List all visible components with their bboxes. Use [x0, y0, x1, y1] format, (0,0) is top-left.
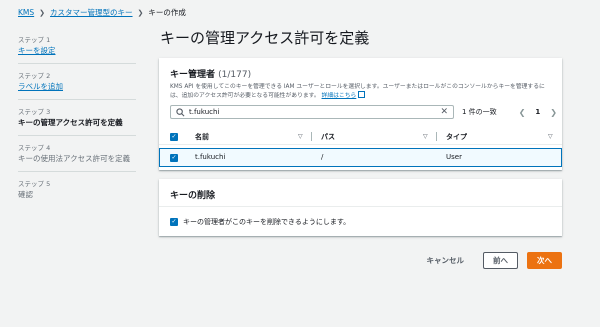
previous-button[interactable]: 前へ [483, 252, 518, 269]
breadcrumb-separator-icon: ❯ [137, 8, 144, 17]
allow-deletion-option[interactable]: ✓ キーの管理者がこのキーを削除できるようにします。 [170, 217, 350, 227]
selection-count: (1/177) [218, 70, 252, 80]
search-value: t.fukuchi [189, 108, 220, 116]
next-button[interactable]: 次へ [527, 252, 562, 269]
cell-name: t.fukuchi [195, 153, 226, 161]
sort-down-icon[interactable]: ▽ [548, 133, 553, 140]
step-link-configure-key[interactable]: キーを設定 [18, 46, 136, 56]
panel-title: キー管理者 (1/177) [159, 58, 562, 80]
row-checkbox[interactable]: ✓ [170, 154, 178, 162]
step-link-add-labels[interactable]: ラベルを追加 [18, 82, 136, 92]
pagination: ❮ 1 ❯ [519, 108, 557, 117]
current-page-number[interactable]: 1 [535, 108, 540, 116]
panel-description: KMS API を使用してこのキーを管理できる IAM ユーザーとロールを選択し… [159, 80, 562, 100]
page-title: キーの管理アクセス許可を定義 [160, 29, 370, 47]
step-2: ステップ 2 ラベルを追加 [18, 64, 136, 100]
cell-type: User [446, 153, 462, 161]
key-deletion-title: キーの削除 [170, 191, 216, 201]
key-administrators-title: キー管理者 [170, 70, 216, 80]
step-current-label: キーの管理アクセス許可を定義 [18, 118, 123, 127]
sort-down-icon[interactable]: ▽ [298, 133, 303, 140]
wizard-steps: ステップ 1 キーを設定 ステップ 2 ラベルを追加 ステップ 3 キーの管理ア… [18, 28, 136, 207]
step-number: ステップ 3 [18, 108, 51, 116]
learn-more-link[interactable]: 詳細はこちら [322, 93, 357, 99]
external-link-icon [358, 91, 366, 98]
key-administrators-panel: キー管理者 (1/177) KMS API を使用してこのキーを管理できる IA… [159, 58, 562, 170]
step-4: ステップ 4 キーの使用法アクセス許可を定義 [18, 136, 136, 172]
allow-deletion-checkbox[interactable]: ✓ [170, 218, 178, 226]
column-header-path[interactable]: パス [321, 132, 335, 142]
select-all-checkbox[interactable]: ✓ [170, 132, 178, 141]
allow-deletion-label: キーの管理者がこのキーを削除できるようにします。 [183, 218, 351, 226]
table-row[interactable]: ✓ t.fukuchi / User [159, 148, 562, 167]
match-count: 1 件の一致 [462, 108, 497, 116]
cancel-button[interactable]: キャンセル [417, 255, 475, 266]
column-divider[interactable] [436, 132, 437, 141]
step-label-review: 確認 [18, 190, 33, 199]
step-1: ステップ 1 キーを設定 [18, 28, 136, 64]
sort-down-icon[interactable]: ▽ [423, 133, 428, 140]
table-header: ✓ 名前 ▽ パス ▽ タイプ ▽ [159, 129, 562, 145]
next-page-icon[interactable]: ❯ [550, 108, 557, 117]
key-deletion-panel: キーの削除 ✓ キーの管理者がこのキーを削除できるようにします。 [159, 179, 562, 236]
panel-divider [159, 206, 562, 207]
checkbox-checked-icon: ✓ [170, 154, 178, 162]
step-label-usage-permissions: キーの使用法アクセス許可を定義 [18, 154, 131, 163]
cell-path: / [321, 153, 324, 161]
step-number: ステップ 4 [18, 144, 51, 152]
column-header-name[interactable]: 名前 [195, 132, 209, 142]
step-5: ステップ 5 確認 [18, 172, 136, 207]
step-number: ステップ 1 [18, 36, 51, 44]
breadcrumb-customer-managed-keys[interactable]: カスタマー管理型のキー [50, 7, 133, 18]
search-row: t.fukuchi ✕ 1 件の一致 ❮ 1 ❯ [170, 105, 557, 119]
column-header-type[interactable]: タイプ [446, 132, 467, 142]
step-3: ステップ 3 キーの管理アクセス許可を定義 [18, 100, 136, 136]
clear-search-icon[interactable]: ✕ [440, 107, 448, 117]
search-icon [176, 107, 185, 116]
previous-page-icon[interactable]: ❮ [519, 108, 526, 117]
step-number: ステップ 2 [18, 72, 51, 80]
breadcrumb-kms[interactable]: KMS [18, 8, 34, 17]
step-number: ステップ 5 [18, 180, 51, 188]
breadcrumb-current: キーの作成 [148, 8, 186, 17]
wizard-actions: キャンセル 前へ 次へ [417, 252, 562, 269]
breadcrumb-separator-icon: ❯ [39, 8, 46, 17]
column-divider[interactable] [311, 132, 312, 141]
checkbox-checked-icon: ✓ [170, 132, 178, 141]
search-input[interactable]: t.fukuchi ✕ [170, 105, 454, 119]
breadcrumb: KMS ❯ カスタマー管理型のキー ❯ キーの作成 [18, 7, 186, 18]
